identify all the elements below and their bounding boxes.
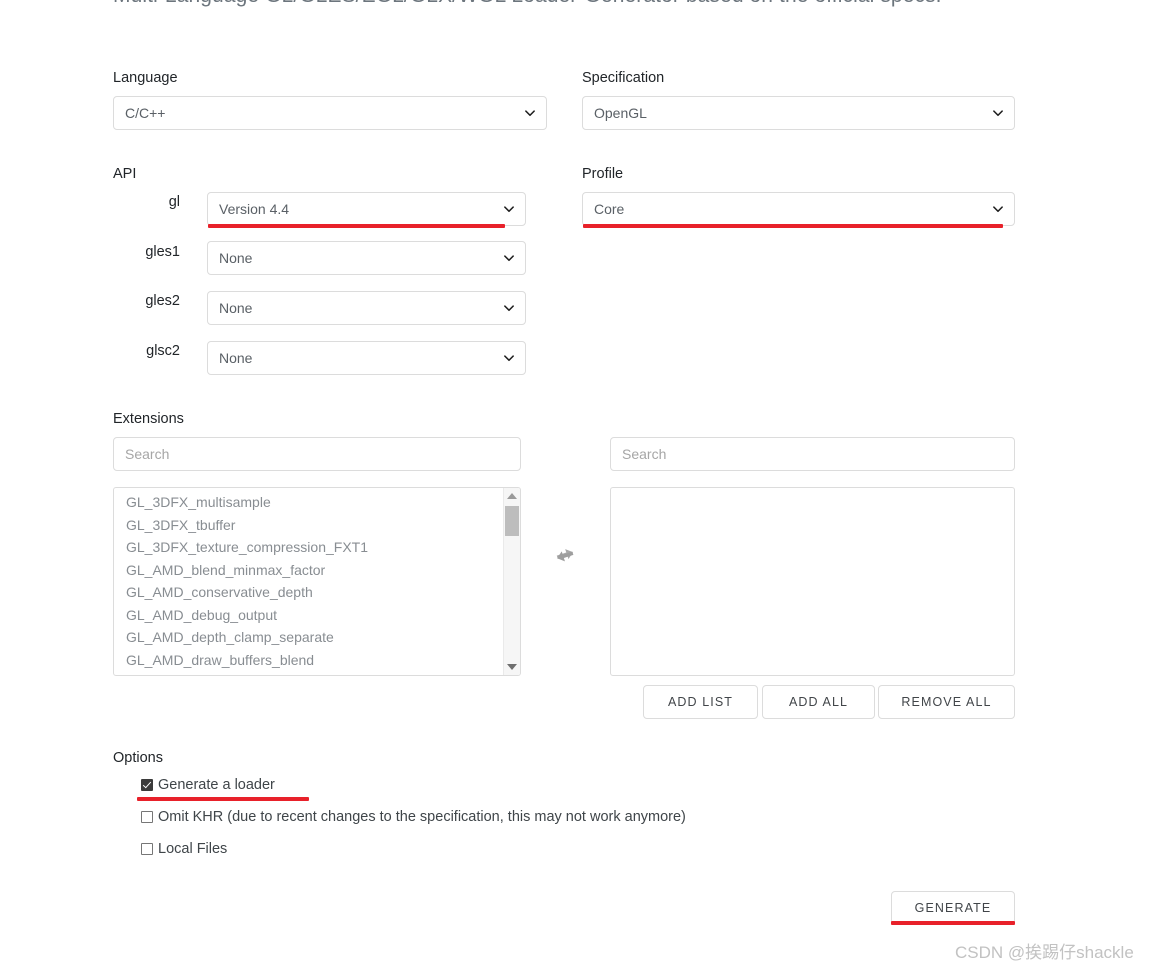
language-select-value: C/C++ <box>125 105 166 121</box>
list-item[interactable]: GL_AMD_draw_buffers_blend <box>126 649 498 672</box>
api-row-label-glsc2: glsc2 <box>146 343 180 359</box>
chevron-down-icon <box>524 107 536 119</box>
api-select-gl-value: Version 4.4 <box>219 201 290 217</box>
add-all-button[interactable]: ADD ALL <box>762 685 875 719</box>
profile-label: Profile <box>582 166 624 182</box>
add-list-button[interactable]: ADD LIST <box>643 685 758 719</box>
extensions-selected-search-input[interactable]: Search <box>610 437 1015 471</box>
extensions-available-scrollbar[interactable] <box>503 488 520 675</box>
api-row-label-gles1: gles1 <box>145 244 180 260</box>
extensions-selected-listbox[interactable] <box>610 487 1015 676</box>
annotation-underline-generate <box>891 921 1015 925</box>
option-omit-khr[interactable]: Omit KHR (due to recent changes to the s… <box>141 809 686 825</box>
watermark: CSDN @挨踢仔shackle <box>955 943 1134 962</box>
specification-label: Specification <box>582 70 665 86</box>
list-item[interactable]: GL_AMD_depth_clamp_separate <box>126 626 498 649</box>
api-select-gles2[interactable]: None <box>207 291 526 325</box>
api-select-gles1[interactable]: None <box>207 241 526 275</box>
chevron-down-icon <box>503 302 515 314</box>
scroll-down-arrow-icon[interactable] <box>504 659 520 675</box>
list-item[interactable]: GL_3DFX_texture_compression_FXT1 <box>126 536 498 559</box>
annotation-underline-api-gl <box>208 224 505 228</box>
list-item[interactable]: GL_3DFX_tbuffer <box>126 514 498 537</box>
extensions-available-search-input[interactable]: Search <box>113 437 521 471</box>
option-local-files-label: Local Files <box>158 841 228 857</box>
generate-button[interactable]: GENERATE <box>891 891 1015 924</box>
scroll-up-arrow-icon[interactable] <box>504 488 520 504</box>
extensions-available-items: GL_3DFX_multisample GL_3DFX_tbuffer GL_3DF… <box>114 491 498 675</box>
extensions-available-search-placeholder: Search <box>125 446 170 462</box>
checkbox-omit-khr[interactable] <box>141 811 153 823</box>
options-label: Options <box>113 750 163 766</box>
language-select[interactable]: C/C++ <box>113 96 547 130</box>
remove-all-button[interactable]: REMOVE ALL <box>878 685 1015 719</box>
list-item[interactable]: GL_AMD_debug_output <box>126 604 498 627</box>
profile-select-value: Core <box>594 201 625 217</box>
extensions-available-listbox[interactable]: GL_3DFX_multisample GL_3DFX_tbuffer GL_3DF… <box>113 487 521 676</box>
option-generate-a-loader-label: Generate a loader <box>158 777 275 793</box>
annotation-underline-generate-a-loader <box>137 797 309 801</box>
list-item[interactable]: GL_AMD_blend_minmax_factor <box>126 559 498 582</box>
extensions-selected-search-placeholder: Search <box>622 446 667 462</box>
api-select-gles2-value: None <box>219 300 253 316</box>
checkbox-generate-a-loader[interactable] <box>141 779 153 791</box>
api-select-gles1-value: None <box>219 250 253 266</box>
annotation-underline-profile <box>583 224 1003 228</box>
api-select-glsc2[interactable]: None <box>207 341 526 375</box>
profile-select[interactable]: Core <box>582 192 1015 226</box>
list-item[interactable]: GL_AMD_conservative_depth <box>126 581 498 604</box>
swap-arrows-icon[interactable] <box>551 543 579 567</box>
checkbox-local-files[interactable] <box>141 843 153 855</box>
list-item[interactable]: GL_3DFX_multisample <box>126 491 498 514</box>
chevron-down-icon <box>503 203 515 215</box>
chevron-down-icon <box>992 107 1004 119</box>
chevron-down-icon <box>503 352 515 364</box>
extensions-label: Extensions <box>113 411 184 427</box>
chevron-down-icon <box>503 252 515 264</box>
option-local-files[interactable]: Local Files <box>141 841 227 857</box>
api-label: API <box>113 166 137 182</box>
list-item[interactable]: GL_AMD_framebuffer_multisample_advanced <box>126 671 498 675</box>
option-generate-a-loader[interactable]: Generate a loader <box>141 777 275 793</box>
api-select-gl[interactable]: Version 4.4 <box>207 192 526 226</box>
api-row-label-gles2: gles2 <box>145 293 180 309</box>
scrollbar-thumb[interactable] <box>505 506 519 536</box>
api-select-glsc2-value: None <box>219 350 253 366</box>
option-omit-khr-label: Omit KHR (due to recent changes to the s… <box>158 809 686 825</box>
page-title: Multi-Language GL/GLES/EGL/GLX/WGL Loade… <box>113 0 1033 8</box>
specification-select[interactable]: OpenGL <box>582 96 1015 130</box>
api-row-label-gl: gl <box>168 194 180 210</box>
language-label: Language <box>113 70 178 86</box>
chevron-down-icon <box>992 203 1004 215</box>
specification-select-value: OpenGL <box>594 105 647 121</box>
